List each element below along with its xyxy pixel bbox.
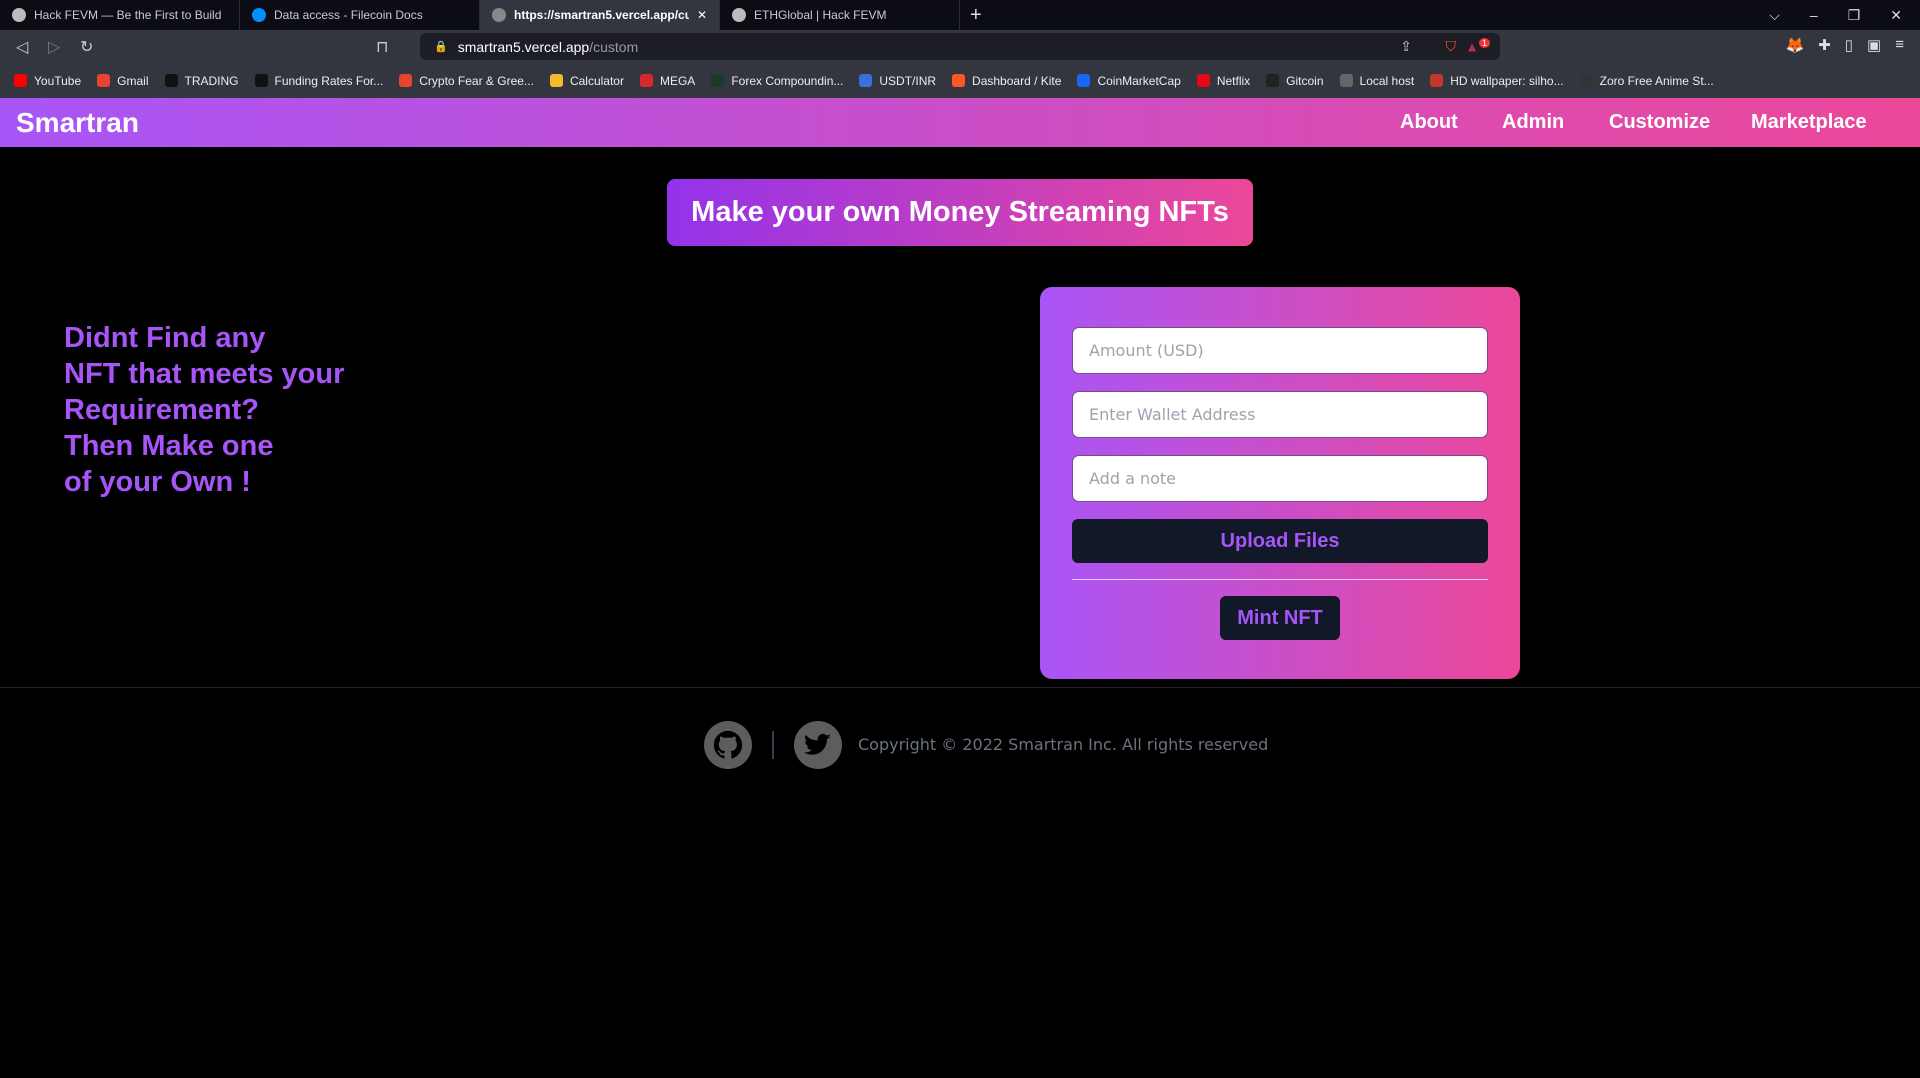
bookmark-item[interactable]: Netflix	[1196, 74, 1250, 88]
site-navbar: Smartran About Admin Customize Marketpla…	[0, 98, 1920, 147]
favicon-icon	[252, 8, 266, 22]
bookmark-item[interactable]: Gmail	[97, 74, 149, 88]
bookmarks-bar: YouTube Gmail TRADING Funding Rates For... C…	[0, 63, 1920, 98]
lock-icon: 🔒	[434, 41, 448, 53]
new-tab-button[interactable]: +	[970, 4, 982, 27]
bookmark-favicon-icon	[1579, 74, 1593, 87]
tab-ethglobal[interactable]: ETHGlobal | Hack FEVM	[720, 0, 960, 30]
mint-nft-button[interactable]: Mint NFT	[1220, 596, 1340, 640]
forward-icon[interactable]: ▷	[48, 37, 64, 57]
address-bar-row: ◁ ▷ ↻ ⊓ 🔒 smartran5.vercel.app/custom ⇪ …	[0, 30, 1920, 63]
bookmark-item[interactable]: YouTube	[14, 74, 81, 88]
bookmark-item[interactable]: Calculator	[549, 74, 624, 88]
bookmark-favicon-icon	[1430, 74, 1444, 87]
twitter-icon[interactable]	[794, 721, 842, 769]
mint-form-card: Upload Files Mint NFT	[1040, 287, 1520, 679]
note-input[interactable]	[1072, 455, 1488, 502]
bookmark-item[interactable]: USDT/INR	[859, 74, 936, 88]
nav-admin[interactable]: Admin	[1502, 111, 1564, 134]
nav-customize[interactable]: Customize	[1609, 111, 1710, 134]
bookmark-item[interactable]: Gitcoin	[1266, 74, 1324, 88]
footer-separator	[772, 731, 774, 759]
bookmark-favicon-icon	[1196, 74, 1210, 87]
url-input[interactable]: 🔒 smartran5.vercel.app/custom ⇪ ⛉ ▲ 1	[420, 33, 1500, 60]
metamask-icon[interactable]: 🦊	[1786, 36, 1805, 54]
bookmark-icon[interactable]: ⊓	[376, 37, 392, 57]
bookmark-item[interactable]: MEGA	[639, 74, 695, 88]
bookmark-item[interactable]: CoinMarketCap	[1077, 74, 1181, 88]
wallet-address-input[interactable]	[1072, 391, 1488, 438]
copyright-text: Copyright © 2022 Smartran Inc. All right…	[858, 735, 1269, 754]
upload-files-button[interactable]: Upload Files	[1072, 519, 1488, 563]
bookmark-item[interactable]: Funding Rates For...	[254, 74, 383, 88]
bookmark-favicon-icon	[952, 74, 966, 87]
share-icon[interactable]: ⇪	[1400, 38, 1412, 55]
bookmark-favicon-icon	[164, 74, 178, 87]
minimize-icon[interactable]: –	[1810, 7, 1818, 23]
bookmark-favicon-icon	[254, 74, 268, 87]
nav-about[interactable]: About	[1400, 111, 1458, 134]
bookmark-favicon-icon	[639, 74, 653, 87]
extensions-icon[interactable]: ✚	[1818, 36, 1831, 54]
pitch-text: Didnt Find any NFT that meets your Requi…	[64, 322, 345, 498]
nav-marketplace[interactable]: Marketplace	[1751, 111, 1867, 134]
bookmark-item[interactable]: Forex Compoundin...	[711, 74, 843, 88]
brave-rewards-icon[interactable]: ▲ 1	[1465, 38, 1490, 55]
tab-filecoin-docs[interactable]: Data access - Filecoin Docs	[240, 0, 480, 30]
menu-icon[interactable]: ≡	[1895, 36, 1904, 54]
globe-icon	[492, 8, 506, 22]
bookmark-favicon-icon	[97, 74, 111, 87]
bookmark-item[interactable]: HD wallpaper: silho...	[1430, 74, 1564, 88]
bookmark-item[interactable]: Crypto Fear & Gree...	[399, 74, 534, 88]
bookmark-favicon-icon	[859, 74, 873, 87]
site-logo[interactable]: Smartran	[16, 107, 139, 139]
bookmark-item[interactable]: Zoro Free Anime St...	[1579, 74, 1714, 88]
reload-icon[interactable]: ↻	[80, 37, 96, 57]
favicon-icon	[12, 8, 26, 22]
tab-smartran[interactable]: https://smartran5.vercel.app/cust ✕	[480, 0, 720, 30]
amount-input[interactable]	[1072, 327, 1488, 374]
restore-icon[interactable]: ❐	[1848, 7, 1861, 24]
brave-shield-icon[interactable]: ⛉	[1446, 38, 1457, 55]
bookmark-favicon-icon	[14, 74, 27, 87]
footer-divider	[0, 687, 1920, 688]
bookmark-favicon-icon	[1077, 74, 1091, 87]
bookmark-item[interactable]: Dashboard / Kite	[952, 74, 1061, 88]
sidebar-icon[interactable]: ▯	[1845, 36, 1853, 54]
favicon-icon	[732, 8, 746, 22]
bookmark-item[interactable]: Local host	[1339, 74, 1414, 88]
tab-search-icon[interactable]: ⌵	[1769, 7, 1780, 24]
close-tab-icon[interactable]: ✕	[697, 8, 707, 22]
bookmark-favicon-icon	[549, 74, 563, 87]
tab-hack-fevm[interactable]: Hack FEVM — Be the First to Build	[0, 0, 240, 30]
wallet-icon[interactable]: ▣	[1867, 36, 1881, 54]
bookmark-favicon-icon	[711, 74, 725, 87]
page-title-banner: Make your own Money Streaming NFTs	[667, 179, 1253, 246]
bookmark-favicon-icon	[1339, 74, 1353, 87]
bookmark-item[interactable]: TRADING	[164, 74, 239, 88]
tab-bar: Hack FEVM — Be the First to Build Data a…	[0, 0, 1920, 30]
back-icon[interactable]: ◁	[16, 37, 32, 57]
bookmark-favicon-icon	[399, 74, 413, 87]
divider	[1072, 579, 1488, 580]
bookmark-favicon-icon	[1266, 74, 1280, 87]
github-icon[interactable]	[704, 721, 752, 769]
close-window-icon[interactable]: ✕	[1890, 7, 1902, 24]
